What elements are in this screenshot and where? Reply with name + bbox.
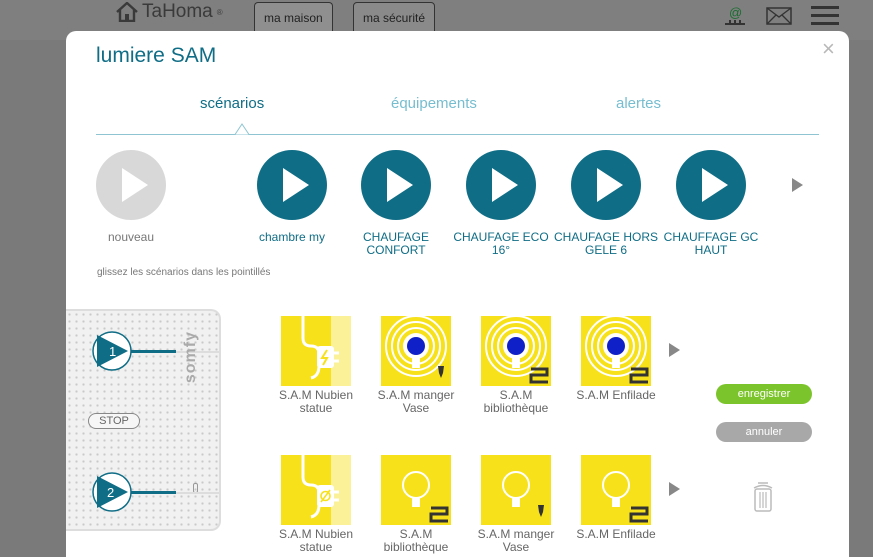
scenario-label: CHAUFAGE HORS GELE 6	[553, 230, 658, 257]
device-label: S.A.M manger Vase	[477, 527, 555, 554]
tab-alertes[interactable]: alertes	[616, 95, 661, 112]
device-enfilade-1[interactable]: S.A.M Enfilade	[566, 316, 666, 402]
device-label: S.A.M Enfilade	[576, 388, 656, 402]
nav-tab-ma-securite[interactable]: ma sécurité	[353, 2, 436, 32]
bulb-off-icon	[381, 455, 451, 525]
scenario-chaufage-hors-gele[interactable]: CHAUFAGE HORS GELE 6	[551, 150, 661, 257]
notification-icon[interactable]: @	[722, 4, 748, 28]
device-bibliotheque-2[interactable]: S.A.M bibliothèque	[366, 455, 466, 554]
new-scenario-button[interactable]: nouveau	[76, 150, 186, 244]
scenario-label: chambre my	[258, 230, 326, 244]
new-scenario-label: nouveau	[107, 230, 155, 244]
close-button[interactable]: ×	[822, 38, 835, 60]
scenarios-next-arrow[interactable]	[792, 178, 803, 192]
modal-title: lumiere SAM	[96, 44, 217, 67]
play-icon	[676, 150, 746, 220]
scenario-label: CHAUFAGE ECO 16°	[453, 230, 549, 257]
device-nubien-statue-2[interactable]: S.A.M Nubien statue	[266, 455, 366, 554]
bulb-on-icon	[581, 316, 651, 386]
remote-button-1[interactable]: 1	[92, 331, 132, 371]
scenario-chaufage-confort[interactable]: CHAUFAGE CONFORT	[341, 150, 451, 257]
remote-stop-button[interactable]: STOP	[88, 413, 140, 429]
scenario-chaufage-eco[interactable]: CHAUFAGE ECO 16°	[446, 150, 556, 257]
device-manger-vase-1[interactable]: S.A.M manger Vase	[366, 316, 466, 415]
remote-button-2-label: 2	[107, 485, 114, 500]
tab-scenarios[interactable]: scénarios	[200, 95, 264, 112]
device-label: S.A.M bibliothèque	[383, 527, 449, 554]
somfy-logo: somfy	[182, 331, 199, 384]
plug-on-icon	[281, 316, 351, 386]
play-icon	[466, 150, 536, 220]
scenario-label: CHAUFAGE CONFORT	[362, 230, 429, 257]
trash-icon[interactable]	[752, 481, 774, 513]
house-icon	[116, 2, 138, 22]
remote-control: 1 STOP somfy 2	[66, 309, 221, 531]
svg-text:@: @	[729, 5, 742, 20]
device-nubien-statue-1[interactable]: S.A.M Nubien statue	[266, 316, 366, 415]
nav-tab-ma-maison[interactable]: ma maison	[254, 2, 333, 32]
row-2-next-arrow[interactable]	[669, 482, 680, 496]
play-icon	[96, 150, 166, 220]
mail-icon[interactable]	[766, 7, 792, 25]
scenario-chauffage-gc-haut[interactable]: CHAUFFAGE GC HAUT	[656, 150, 766, 257]
save-button[interactable]: enregistrer	[716, 384, 812, 404]
play-icon	[257, 150, 327, 220]
device-enfilade-2[interactable]: S.A.M Enfilade	[566, 455, 666, 541]
bulb-off-icon	[481, 455, 551, 525]
brand-name: TaHoma	[142, 1, 213, 22]
bulb-off-icon	[581, 455, 651, 525]
button-1-line	[128, 350, 176, 353]
menu-icon[interactable]	[810, 4, 840, 28]
bulb-on-icon	[481, 316, 551, 386]
device-manger-vase-2[interactable]: S.A.M manger Vase	[466, 455, 566, 554]
device-label: S.A.M Enfilade	[576, 527, 656, 541]
device-label: S.A.M bibliothèque	[483, 388, 549, 415]
brand-mark: ®	[216, 7, 223, 17]
bulb-on-icon	[381, 316, 451, 386]
tab-underline	[96, 134, 819, 135]
drag-hint: glissez les scénarios dans les pointillé…	[97, 267, 271, 278]
scenario-chambre-my[interactable]: chambre my	[237, 150, 347, 244]
device-label: S.A.M manger Vase	[377, 388, 455, 415]
device-label: S.A.M Nubien statue	[278, 388, 354, 415]
scenario-modal: × lumiere SAM scénarios équipements aler…	[66, 31, 849, 557]
tab-equipements[interactable]: équipements	[391, 95, 477, 112]
button-2-line	[128, 491, 176, 494]
play-icon	[361, 150, 431, 220]
remote-button-2[interactable]: 2	[92, 472, 132, 512]
play-icon	[571, 150, 641, 220]
row-1-next-arrow[interactable]	[669, 343, 680, 357]
remote-button-1-label: 1	[109, 344, 116, 359]
plug-off-icon	[281, 455, 351, 525]
scenario-label: CHAUFFAGE GC HAUT	[663, 230, 759, 257]
cancel-button[interactable]: annuler	[716, 422, 812, 442]
tahoma-logo[interactable]: TaHoma ®	[116, 0, 223, 24]
device-label: S.A.M Nubien statue	[278, 527, 354, 554]
device-bibliotheque-1[interactable]: S.A.M bibliothèque	[466, 316, 566, 415]
active-tab-indicator	[235, 123, 249, 135]
